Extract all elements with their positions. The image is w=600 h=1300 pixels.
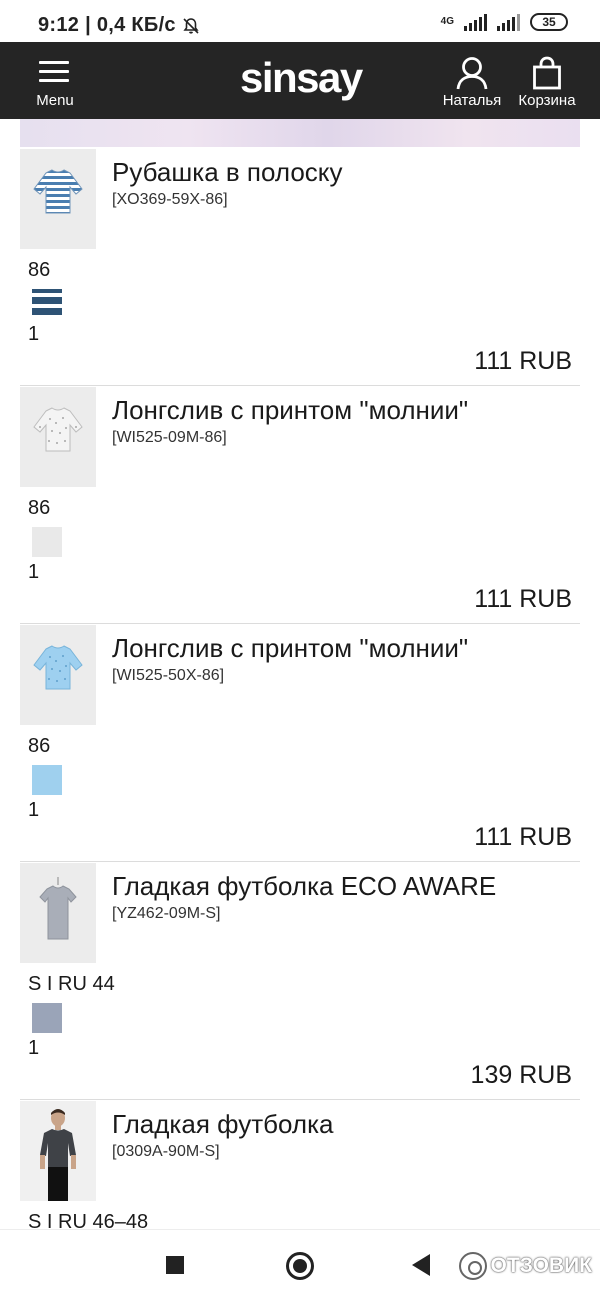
divider (20, 861, 580, 862)
product-size: 86 (28, 497, 51, 519)
system-nav-bar: ОТЗОВИК (0, 1229, 600, 1300)
product-size: S I RU 46–48 (28, 1211, 149, 1229)
shopping-bag-icon (533, 56, 561, 90)
cart-button[interactable]: Корзина (510, 54, 584, 112)
status-bar: 9:12 | 0,4 КБ/с 4G 35 (0, 0, 600, 42)
promo-banner[interactable] (20, 119, 580, 147)
cart-label: Корзина (518, 92, 576, 109)
cart-item: Рубашка в полоску [XO369-59X-86] 86 1 11… (0, 147, 600, 385)
status-indicators: 4G 35 (441, 13, 568, 31)
product-title[interactable]: Гладкая футболка (112, 1109, 334, 1140)
product-title[interactable]: Гладкая футболка ECO AWARE (112, 871, 496, 902)
signal-strength-icon-2 (497, 13, 520, 31)
status-time-speed: 9:12 | 0,4 КБ/с (38, 14, 200, 37)
product-sku: [WI525-50X-86] (112, 667, 225, 684)
color-swatch (32, 765, 62, 795)
sinsay-logo[interactable]: sinsay (240, 54, 363, 102)
product-thumbnail-blue-longsleeve[interactable] (20, 625, 96, 725)
cart-item: Гладкая футболка ECO AWARE [YZ462-09M-S]… (0, 861, 600, 1099)
cart-item-list[interactable]: Рубашка в полоску [XO369-59X-86] 86 1 11… (0, 147, 600, 1229)
color-swatch (32, 289, 62, 319)
product-quantity: 1 (28, 799, 40, 821)
product-quantity: 1 (28, 561, 40, 583)
otzovik-logo-icon (458, 1252, 487, 1280)
cart-item: Лонгслив с принтом "молнии" [WI525-50X-8… (0, 623, 600, 861)
product-size: S I RU 44 (28, 973, 115, 995)
mute-bell-icon (183, 17, 199, 34)
product-thumbnail-striped-shirt[interactable] (20, 149, 96, 249)
product-sku: [XO369-59X-86] (112, 191, 228, 208)
product-sku: [WI525-09M-86] (112, 429, 227, 446)
product-title[interactable]: Рубашка в полоску (112, 157, 342, 188)
product-quantity: 1 (28, 323, 40, 345)
product-size: 86 (28, 735, 51, 757)
recent-apps-button[interactable] (166, 1256, 184, 1274)
product-title[interactable]: Лонгслив с принтом "молнии" (112, 395, 468, 426)
account-label: Наталья (442, 92, 502, 109)
app-header: Menu sinsay Наталья Корзина (0, 42, 600, 119)
product-size: 86 (28, 259, 51, 281)
user-icon (456, 57, 488, 90)
product-price: 111 RUB (474, 347, 572, 375)
signal-strength-icon (464, 13, 487, 31)
product-quantity: 1 (28, 1037, 40, 1059)
otzovik-watermark: ОТЗОВИК (458, 1252, 592, 1280)
network-type-label: 4G (440, 16, 454, 27)
cart-item: Гладкая футболка [0309A-90M-S] S I RU 46… (0, 1099, 600, 1229)
menu-button[interactable]: Menu (30, 56, 80, 112)
divider (20, 623, 580, 624)
hamburger-icon (39, 61, 69, 83)
account-button[interactable]: Наталья (436, 54, 508, 112)
product-price: 111 RUB (474, 823, 572, 851)
status-time-speed-text: 9:12 | 0,4 КБ/с (38, 14, 176, 36)
product-price: 139 RUB (470, 1061, 572, 1089)
product-sku: [YZ462-09M-S] (112, 905, 221, 922)
divider (20, 385, 580, 386)
product-thumbnail-grey-longsleeve[interactable] (20, 387, 96, 487)
color-swatch (32, 1003, 62, 1033)
product-price: 111 RUB (474, 585, 572, 613)
menu-label: Menu (36, 92, 74, 109)
battery-icon: 35 (530, 13, 568, 31)
product-thumbnail-model-tshirt[interactable] (20, 1101, 96, 1201)
product-sku: [0309A-90M-S] (112, 1143, 220, 1160)
home-button[interactable] (286, 1252, 314, 1280)
cart-item: Лонгслив с принтом "молнии" [WI525-09M-8… (0, 385, 600, 623)
product-title[interactable]: Лонгслив с принтом "молнии" (112, 633, 468, 664)
divider (20, 1099, 580, 1100)
watermark-text: ОТЗОВИК (490, 1254, 592, 1277)
product-thumbnail-grey-tshirt[interactable] (20, 863, 96, 963)
color-swatch (32, 527, 62, 557)
back-button[interactable] (412, 1254, 430, 1276)
